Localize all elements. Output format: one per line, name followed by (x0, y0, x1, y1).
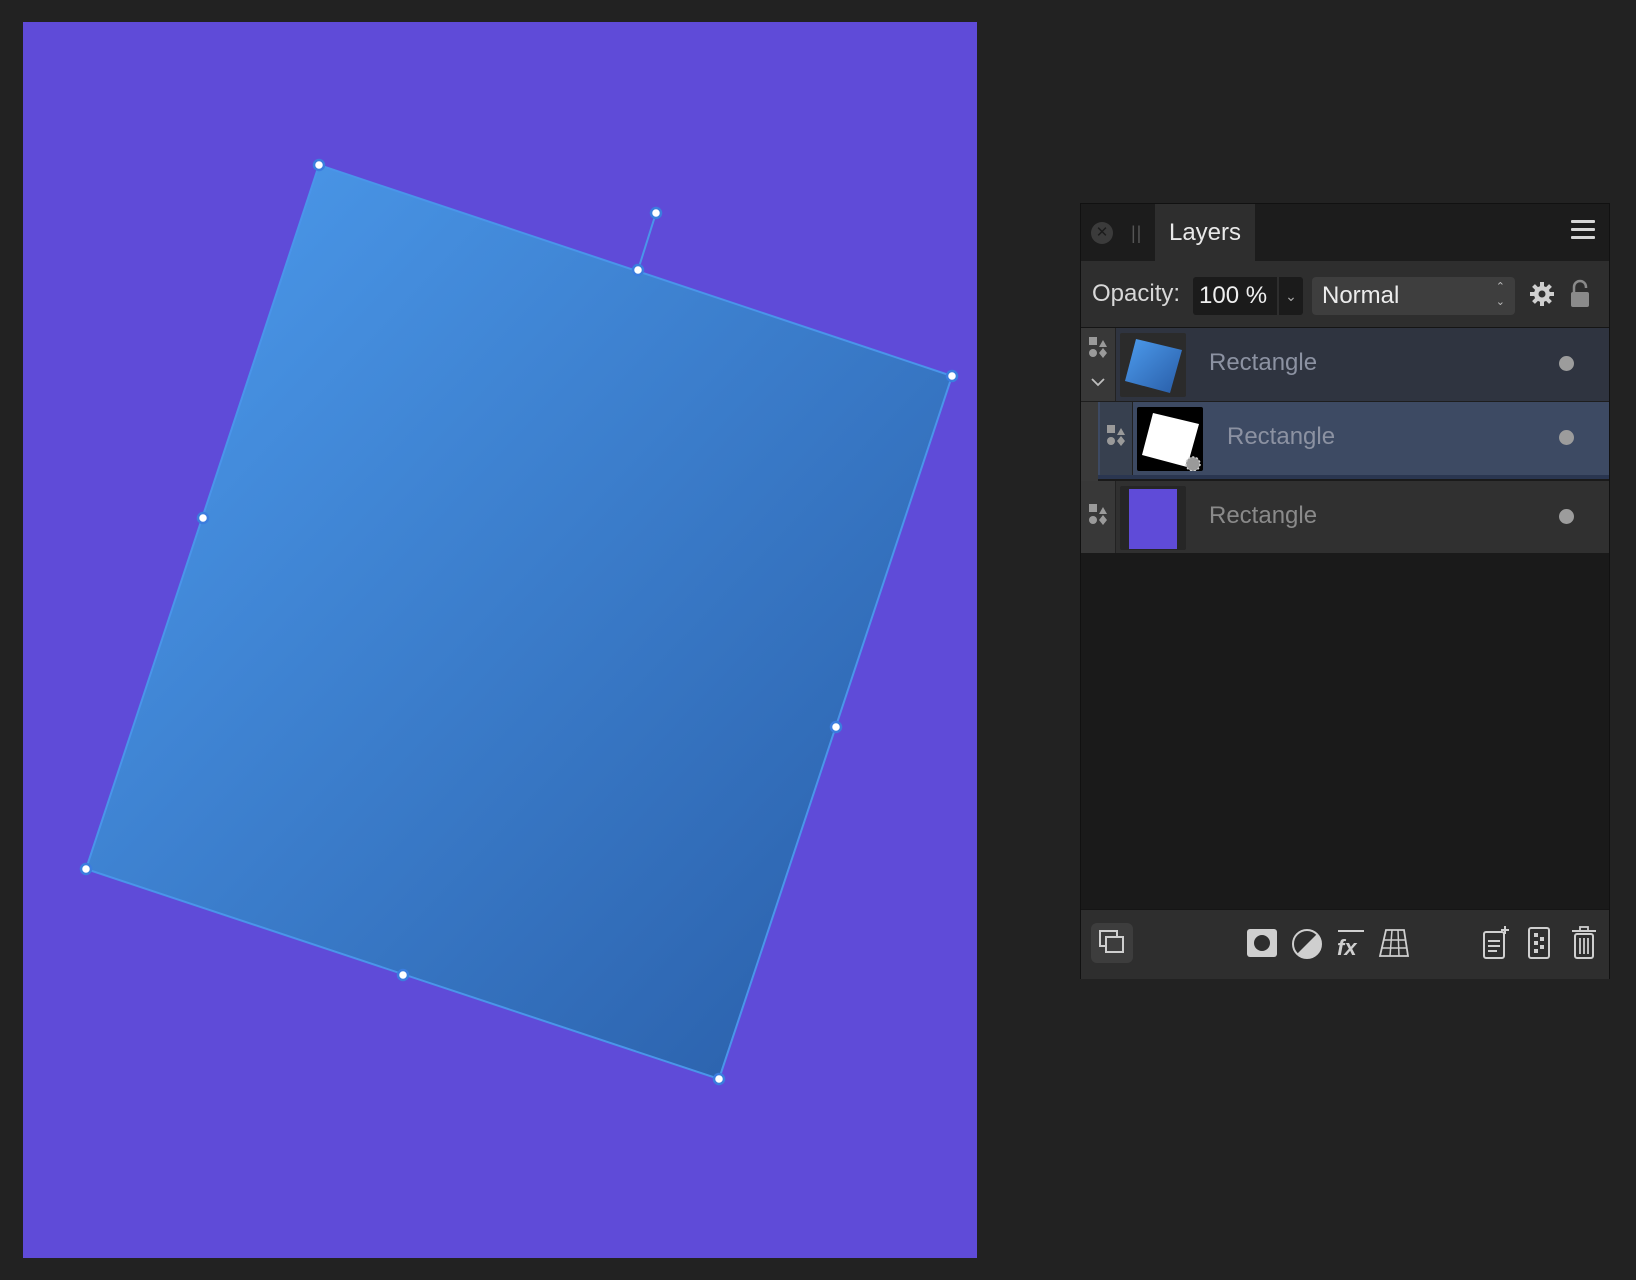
add-layer-icon[interactable] (1482, 926, 1510, 960)
canvas-artwork[interactable] (23, 22, 977, 1258)
shape-layer-icon (1089, 337, 1107, 358)
layer-toolbar: Opacity: 100 % ⌄ Normal ⌃ ⌄ (1081, 261, 1609, 328)
lock-icon[interactable] (1570, 279, 1590, 309)
selection-handle-top[interactable] (631, 263, 645, 277)
layer-thumbnail (1120, 486, 1186, 550)
close-icon[interactable]: ✕ (1091, 222, 1113, 244)
svg-text:fx: fx (1337, 935, 1357, 958)
selection-handle-bottom-right[interactable] (712, 1072, 726, 1086)
add-pixel-layer-icon[interactable] (1527, 926, 1551, 960)
chevron-down-icon[interactable] (1090, 376, 1106, 388)
live-filter-icon[interactable] (1378, 928, 1410, 958)
layers-footer: fx (1081, 909, 1609, 979)
selection-handle-top-left[interactable] (312, 158, 326, 172)
document-canvas[interactable] (23, 22, 977, 1258)
visibility-toggle[interactable] (1559, 509, 1574, 524)
grip-icon[interactable]: | | (1131, 223, 1141, 244)
selection-handle-bottom[interactable] (396, 968, 410, 982)
layer-name[interactable]: Rectangle (1209, 349, 1317, 377)
blend-mode-select[interactable]: Normal ⌃ ⌄ (1312, 277, 1515, 315)
mask-thumbnail (1137, 407, 1203, 472)
visibility-toggle[interactable] (1559, 430, 1574, 445)
layer-row[interactable]: Rectangle (1081, 481, 1609, 553)
layers-panel: ✕ | | Layers Opacity: 100 % ⌄ Normal ⌃⌄ (1080, 203, 1610, 979)
adjustment-icon[interactable] (1291, 928, 1323, 960)
trash-icon[interactable] (1571, 926, 1597, 960)
rotation-handle-line (637, 212, 657, 271)
hamburger-menu-icon[interactable] (1571, 220, 1595, 242)
selection-handle-bottom-left[interactable] (79, 862, 93, 876)
shape-layer-icon (1089, 504, 1107, 525)
blend-mode-value: Normal (1322, 282, 1400, 309)
gear-icon[interactable] (1529, 281, 1555, 307)
fx-icon[interactable]: fx (1336, 928, 1366, 958)
layer-row-controls (1100, 402, 1133, 475)
rotated-rectangle-shape[interactable] (84, 163, 954, 1081)
opacity-label: Opacity: (1092, 280, 1181, 307)
layer-row[interactable]: Rectangle (1081, 402, 1609, 482)
tab-layers[interactable]: Layers (1155, 204, 1255, 261)
layer-name[interactable]: Rectangle (1209, 502, 1317, 530)
layer-row-controls (1081, 481, 1116, 553)
visibility-toggle[interactable] (1559, 356, 1574, 371)
layer-row[interactable]: Rectangle (1081, 328, 1609, 402)
arrange-icon[interactable] (1091, 923, 1133, 963)
selection-handle-right[interactable] (829, 720, 843, 734)
child-indent (1081, 402, 1098, 482)
layer-row-controls (1081, 328, 1116, 401)
selection-handle-left[interactable] (196, 511, 210, 525)
mask-icon[interactable] (1246, 928, 1278, 958)
layer-thumbnail (1120, 333, 1186, 397)
panel-header: ✕ | | Layers (1081, 204, 1609, 261)
layer-name[interactable]: Rectangle (1227, 423, 1335, 451)
shape-layer-icon (1107, 425, 1125, 446)
stepper-arrows-icon: ⌃ ⌄ (1495, 281, 1505, 308)
chevron-down-icon[interactable]: ⌄ (1279, 277, 1303, 315)
opacity-field[interactable]: 100 % (1193, 277, 1277, 315)
selection-handle-top-right[interactable] (945, 369, 959, 383)
rotation-handle[interactable] (649, 206, 663, 220)
